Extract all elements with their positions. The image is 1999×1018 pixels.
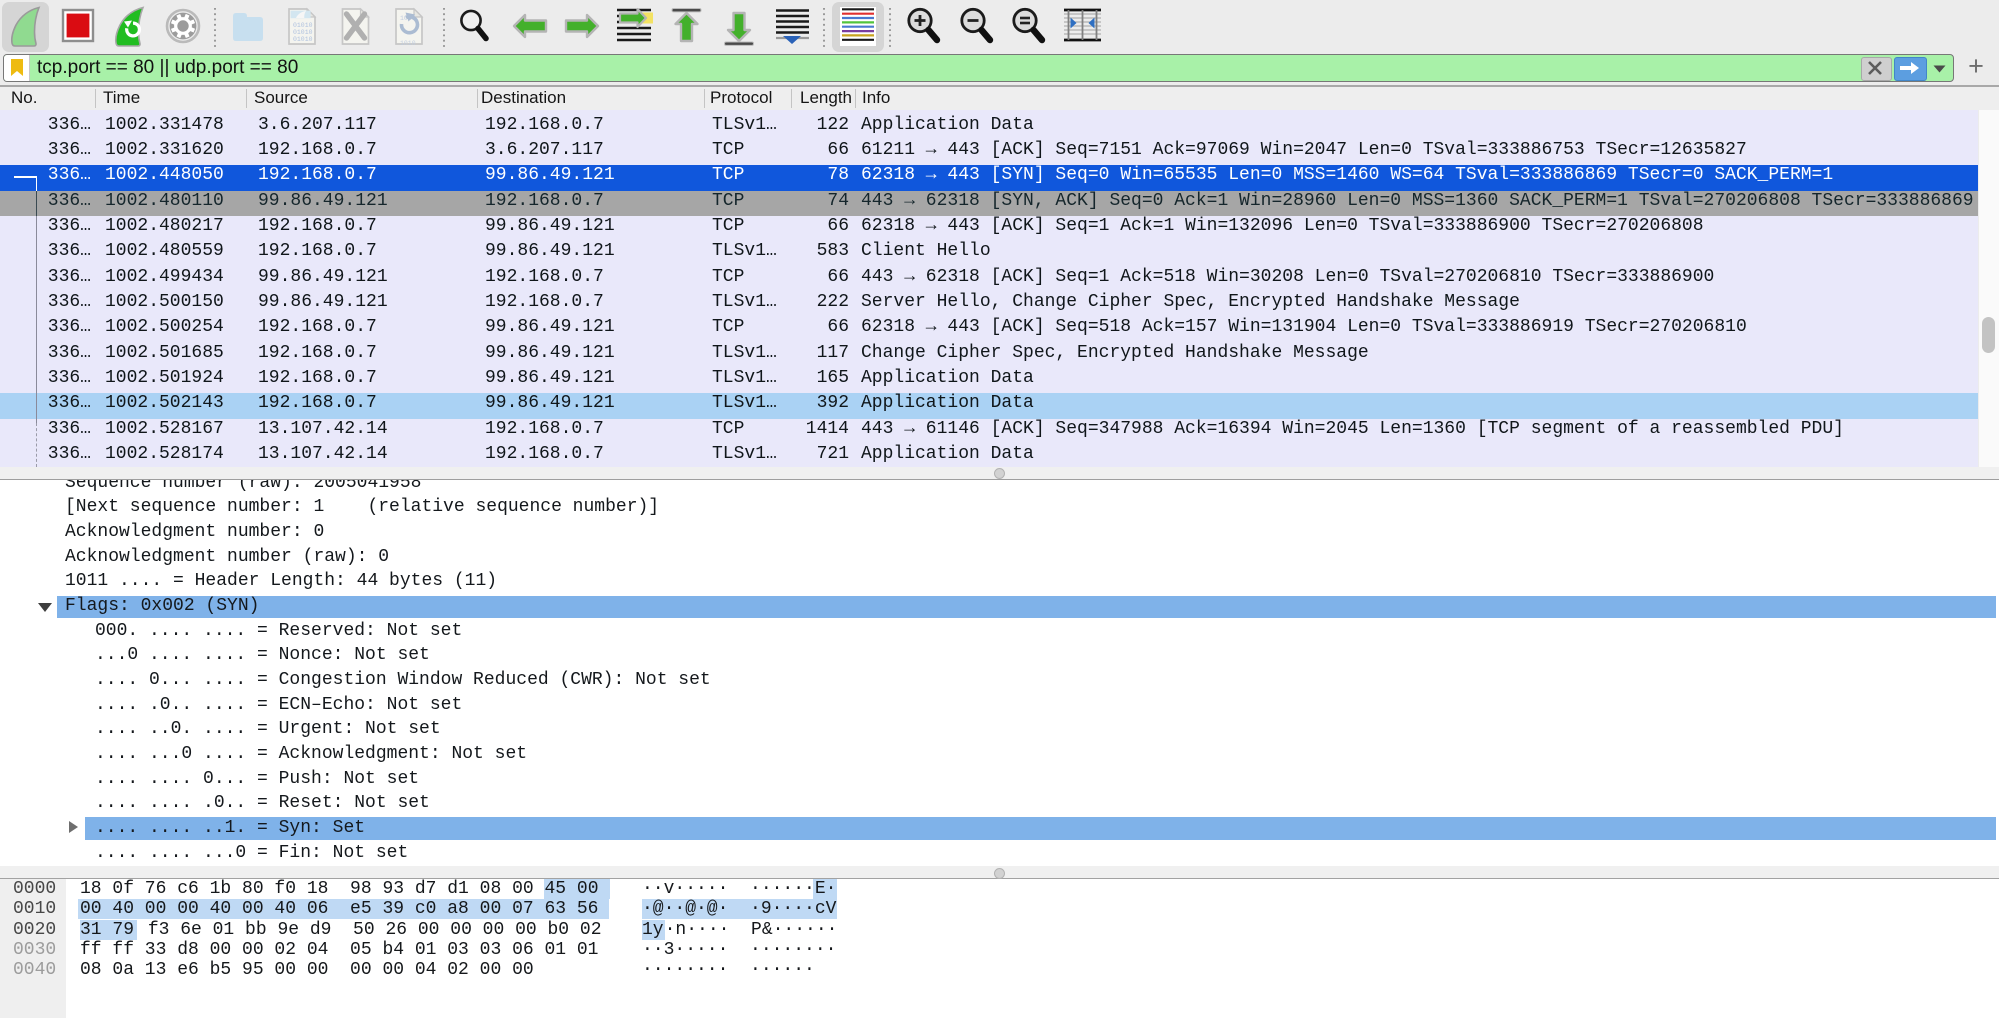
svg-text:01010: 01010 bbox=[293, 36, 313, 43]
svg-text:1010: 1010 bbox=[400, 40, 416, 47]
svg-text:01010: 01010 bbox=[293, 29, 313, 36]
svg-text:01010: 01010 bbox=[293, 22, 313, 29]
